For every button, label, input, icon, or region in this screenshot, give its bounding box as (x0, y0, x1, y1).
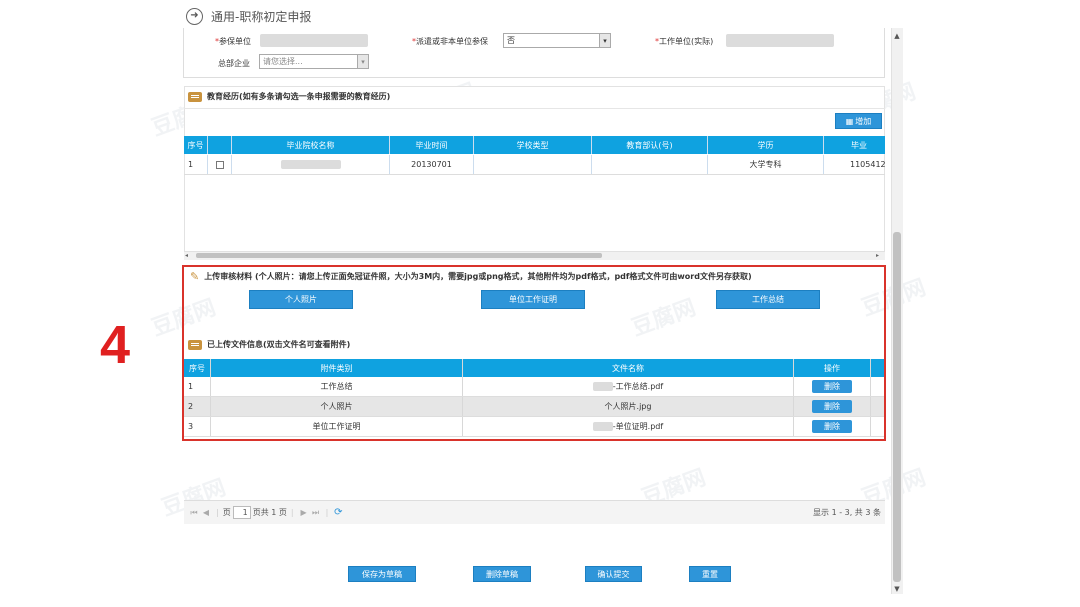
delete-draft-button[interactable]: 删除草稿 (473, 566, 531, 582)
row-checkbox-cell (208, 155, 232, 174)
moe-cert-cell (592, 155, 708, 174)
insured-unit-label: *参保单位 (215, 37, 251, 46)
school-name-blurred (280, 160, 341, 169)
prev-page-icon[interactable]: ◀ (200, 507, 212, 519)
arrow-right-circle-icon[interactable]: ➜ (186, 7, 203, 25)
column-header-checkbox (208, 136, 232, 154)
row-checkbox[interactable] (215, 160, 224, 169)
school-type-cell (474, 155, 592, 174)
vertical-scrollbar-thumb[interactable] (893, 232, 901, 582)
divider (184, 108, 885, 109)
separator: | (325, 508, 329, 517)
page-number-input[interactable]: 1 (232, 506, 251, 519)
hq-placeholder: 请您选择... (263, 57, 303, 66)
column-header: 教育部认(号) (592, 136, 708, 154)
cert-no-cell: 1105412 (850, 160, 885, 169)
grid-icon: ▦ (845, 116, 854, 126)
hq-label: 总部企业 (218, 59, 250, 68)
add-education-button[interactable]: ▦ 增加 (835, 113, 882, 129)
refresh-icon[interactable]: ⟳ (332, 507, 344, 519)
highlight-box (182, 265, 886, 441)
horizontal-scrollbar-thumb[interactable] (196, 253, 602, 258)
page-header: ➜ 通用-职称初定申报 (186, 6, 311, 26)
column-header: 毕业 (851, 140, 867, 150)
row-number: 1 (184, 155, 208, 174)
insured-unit-value (260, 34, 368, 47)
column-header: 学历 (708, 136, 824, 154)
chevron-down-icon[interactable]: ▾ (599, 34, 610, 47)
last-page-icon[interactable]: ⏭ (310, 507, 322, 519)
scroll-right-icon[interactable]: ▸ (876, 252, 879, 259)
work-unit-label: *工作单位(实际) (655, 37, 714, 46)
confirm-submit-button[interactable]: 确认提交 (585, 566, 642, 582)
first-page-icon[interactable]: ⏮ (188, 507, 200, 519)
hq-select[interactable]: 请您选择... ▾ (259, 54, 369, 69)
school-cell (232, 155, 390, 174)
dispatch-select[interactable]: 否 ▾ (503, 33, 611, 48)
column-header: 毕业院校名称 (232, 136, 390, 154)
column-header: 学校类型 (474, 136, 592, 154)
page-total-label: 页共 1 页 (252, 508, 287, 517)
comment-icon (188, 91, 202, 102)
record-count: 显示 1 - 3, 共 3 条 (813, 508, 881, 517)
reset-button[interactable]: 重置 (689, 566, 731, 582)
grad-date-cell: 20130701 (390, 155, 474, 174)
scroll-down-icon[interactable]: ▼ (891, 583, 903, 595)
column-header: 毕业时间 (390, 136, 474, 154)
add-button-label: 增加 (855, 116, 872, 126)
separator: | (216, 508, 219, 517)
scroll-up-icon[interactable]: ▲ (891, 30, 903, 42)
page-label: 页 (222, 508, 231, 517)
education-section-header: 教育经历(如有多条请勾选一条申报需要的教育经历) (188, 91, 390, 102)
education-table-header: 序号 毕业院校名称 毕业时间 学校类型 教育部认(号) 学历 毕业 (184, 136, 885, 154)
dispatch-label: *派遣或非本单位参保 (412, 37, 488, 46)
page-title: 通用-职称初定申报 (211, 9, 312, 24)
education-section-title: 教育经历(如有多条请勾选一条申报需要的教育经历) (207, 92, 391, 101)
annotation-number: 4 (100, 315, 131, 375)
separator: | (290, 508, 294, 517)
dispatch-selected-value: 否 (507, 36, 515, 45)
table-row[interactable]: 1 20130701 大学专科 1105412 (184, 155, 885, 175)
work-unit-value (726, 34, 834, 47)
degree-cell: 大学专科 (708, 155, 824, 174)
scroll-left-icon[interactable]: ◂ (185, 252, 188, 259)
column-header: 序号 (184, 136, 208, 154)
save-draft-button[interactable]: 保存为草稿 (348, 566, 416, 582)
pagination-bar: ⏮ ◀ | 页 1 页共 1 页 | ▶ ⏭ | ⟳ 显示 1 - 3, 共 3… (184, 500, 885, 524)
next-page-icon[interactable]: ▶ (298, 507, 310, 519)
chevron-down-icon[interactable]: ▾ (357, 55, 368, 68)
